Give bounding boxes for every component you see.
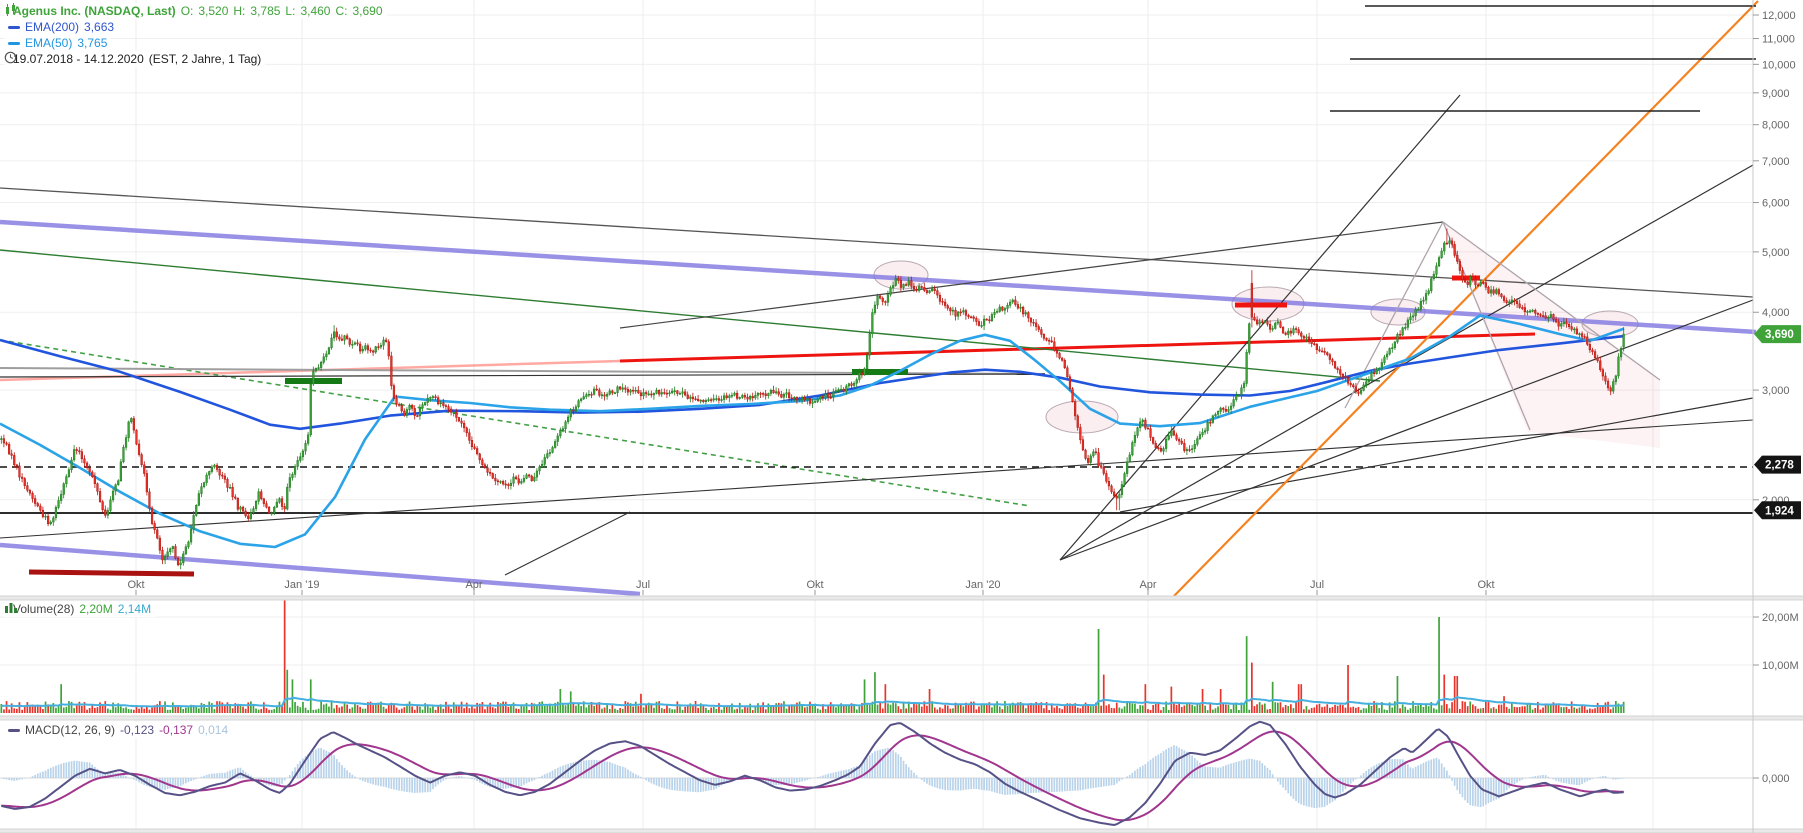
y-axis-label: 7,000 [1762, 156, 1790, 168]
x-axis-label: Apr [1139, 579, 1156, 591]
close-label: C: [335, 4, 348, 18]
low-label: L: [285, 4, 296, 18]
ema50-label: EMA(50) [25, 36, 73, 50]
high-label: H: [233, 4, 246, 18]
y-axis-label: 9,000 [1762, 88, 1790, 100]
x-axis-label: Okt [806, 579, 823, 591]
y-axis-label: 8,000 [1762, 120, 1790, 132]
ema200-value: 3,663 [84, 20, 115, 34]
y-axis-label: 5,000 [1762, 247, 1790, 259]
chart-window: 12,000 11,000 10,000 9,000 8,000 7,000 6,000 5,… [0, 0, 1803, 833]
macd-legend: MACD(12, 26, 9) -0,123 -0,137 0,014 [4, 722, 233, 738]
volume-legend: Volume(28) 2,20M 2,14M [4, 601, 156, 617]
macd-label: MACD(12, 26, 9) [25, 723, 116, 737]
price-tag-value: 1,924 [1765, 505, 1794, 517]
ema50-legend: EMA(50) 3,765 [4, 35, 112, 51]
volume-label: Volume(28) [13, 602, 75, 616]
macd-signal-value: -0,137 [159, 723, 194, 737]
macd-line-icon [8, 728, 20, 732]
symbol-legend: Agenus Inc. (NASDAQ, Last) O: 3,520 H: 3… [4, 3, 387, 19]
x-axis-label: Jan '19 [284, 579, 319, 591]
x-axis-label: Jul [636, 579, 650, 591]
y-axis-label: 3,000 [1762, 385, 1790, 397]
y-axis-label: 10,000 [1762, 59, 1796, 71]
y-axis-label: 12,000 [1762, 10, 1796, 22]
y-axis-label: 11,000 [1762, 34, 1795, 46]
ema200-legend: EMA(200) 3,663 [4, 19, 119, 35]
open-label: O: [180, 4, 194, 18]
y-axis-label: 6,000 [1762, 198, 1790, 210]
date-range: 19.07.2018 - 14.12.2020 [13, 52, 144, 66]
x-axis-label: Jul [1310, 579, 1324, 591]
open-value: 3,520 [198, 4, 229, 18]
ema200-label: EMA(200) [25, 20, 80, 34]
ema50-line-icon [8, 41, 20, 45]
x-axis-label: Apr [465, 579, 482, 591]
y-axis-label: 10,00M [1762, 660, 1799, 672]
ema200-line-icon [8, 25, 20, 29]
macd-hist-value: 0,014 [198, 723, 229, 737]
symbol-title: Agenus Inc. (NASDAQ, Last) [13, 4, 176, 18]
volume-avg-value: 2,20M [79, 602, 113, 616]
price-tag-value: 2,278 [1765, 460, 1794, 472]
y-axis-label: 20,00M [1762, 612, 1799, 624]
macd-value: -0,123 [120, 723, 155, 737]
y-axis-label: 4,000 [1762, 307, 1790, 319]
volume-last-value: 2,14M [117, 602, 152, 616]
macd-layer [0, 720, 1625, 827]
x-axis-label: Okt [1477, 579, 1494, 591]
price-tag-value: 3,690 [1765, 329, 1794, 341]
x-axis-label: Jan '20 [965, 579, 1000, 591]
annotation-shapes-layer [873, 222, 1660, 448]
y-axis-label: 0,000 [1762, 773, 1790, 785]
close-value: 3,690 [352, 4, 383, 18]
ema50-value: 3,765 [77, 36, 108, 50]
price-chart-canvas[interactable]: 12,000 11,000 10,000 9,000 8,000 7,000 6,000 5,… [0, 0, 1803, 833]
pane-separators[interactable] [0, 595, 1803, 833]
range-details: (EST, 2 Jahre, 1 Tag) [148, 52, 262, 66]
low-value: 3,460 [300, 4, 331, 18]
high-value: 3,785 [250, 4, 281, 18]
timeframe-legend: 19.07.2018 - 14.12.2020 (EST, 2 Jahre, 1… [4, 51, 266, 67]
x-axis-label: Okt [127, 579, 144, 591]
